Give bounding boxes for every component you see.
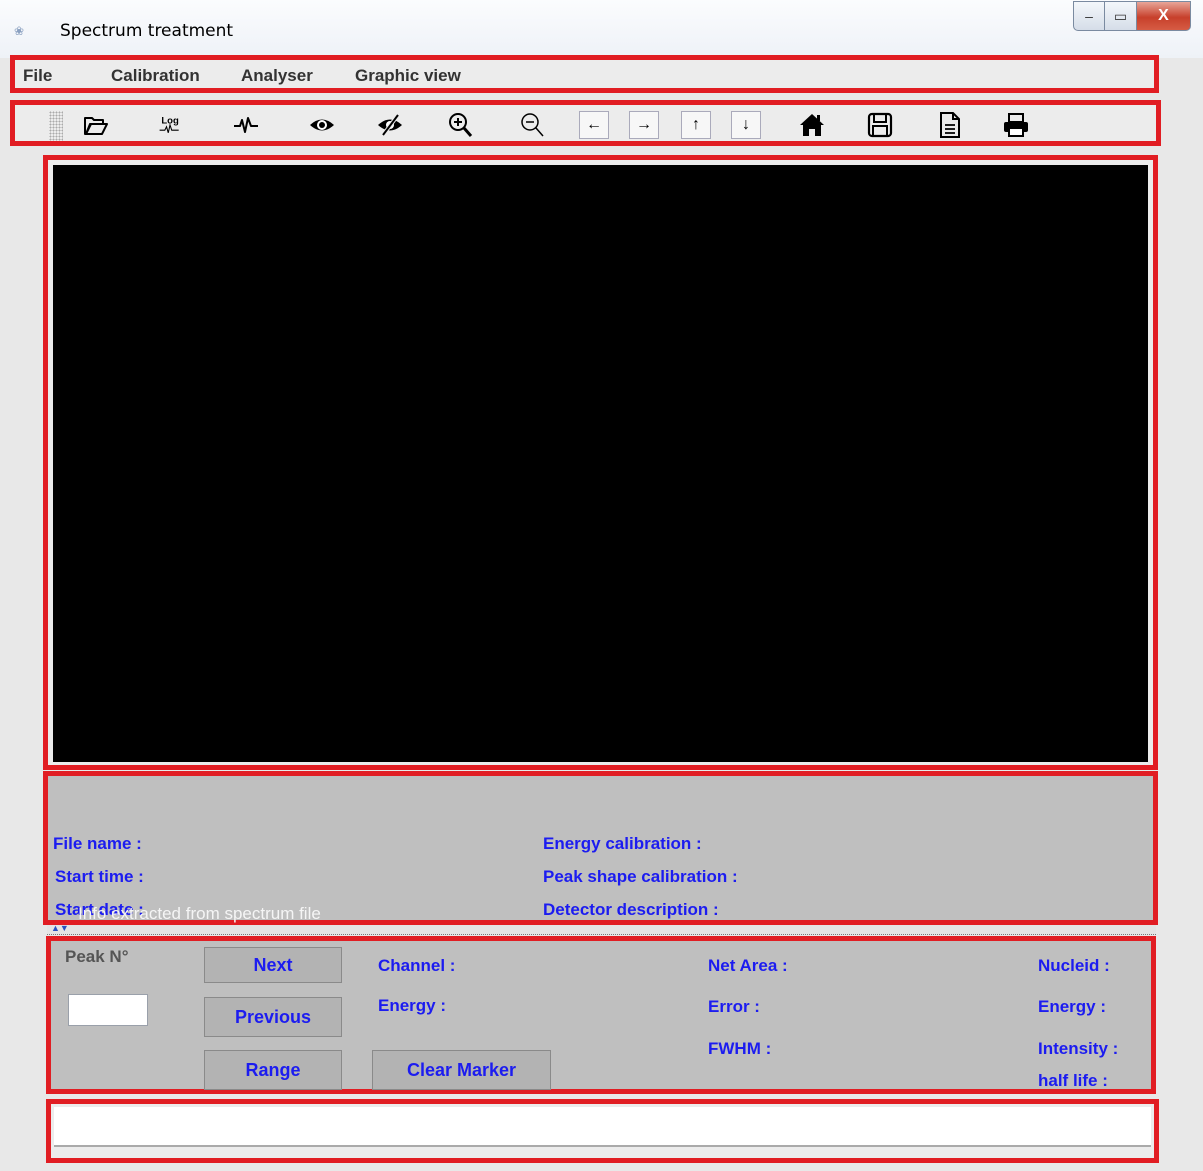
menu-file[interactable]: File — [23, 66, 52, 86]
next-button[interactable]: Next — [204, 947, 342, 983]
detector-description-label: Detector description : — [543, 900, 719, 919]
energy-right-label: Energy : — [1038, 997, 1107, 1016]
info-tooltip: Info extracted from spectrum file — [78, 904, 321, 923]
window-controls: – ▭ X — [1073, 1, 1191, 31]
split-pane-divider[interactable]: ▲▼ — [47, 923, 1156, 935]
spectrum-plot-frame — [43, 155, 1158, 770]
zoom-out-icon[interactable] — [515, 109, 549, 141]
file-info-panel: File name : Start time : Start date : In… — [43, 771, 1158, 925]
print-icon[interactable] — [999, 109, 1033, 141]
peak-number-input[interactable] — [68, 994, 148, 1026]
app-icon: ❀ — [14, 24, 25, 38]
zoom-in-icon[interactable] — [443, 109, 477, 141]
menu-calibration[interactable]: Calibration — [111, 66, 200, 86]
split-arrows-icon[interactable]: ▲▼ — [51, 923, 69, 933]
channel-label: Channel : — [378, 956, 456, 975]
maximize-button[interactable]: ▭ — [1105, 1, 1137, 31]
range-button[interactable]: Range — [204, 1050, 342, 1090]
menu-bar: File Calibration Analyser Graphic view — [10, 55, 1159, 93]
open-folder-icon[interactable] — [79, 109, 113, 141]
spectrum-plot[interactable] — [53, 165, 1148, 762]
menu-analyser[interactable]: Analyser — [241, 66, 313, 86]
start-time-label: Start time : — [55, 867, 144, 886]
arrow-down-icon[interactable]: ↓ — [731, 111, 761, 139]
arrow-left-icon[interactable]: ← — [579, 111, 609, 139]
close-button[interactable]: X — [1137, 1, 1191, 31]
close-icon: X — [1158, 7, 1169, 24]
nucleid-label: Nucleid : — [1038, 956, 1110, 975]
clear-marker-button[interactable]: Clear Marker — [372, 1050, 551, 1090]
toolbar-grip[interactable] — [49, 111, 63, 141]
toolbar: Log ← → ↑ ↓ — [10, 100, 1161, 146]
save-icon[interactable] — [863, 109, 897, 141]
window-title: Spectrum treatment — [60, 21, 234, 41]
spectrum-icon[interactable] — [229, 109, 263, 141]
net-area-label: Net Area : — [708, 956, 788, 975]
arrow-up-icon[interactable]: ↑ — [681, 111, 711, 139]
peak-panel: Peak N° Next Previous Range Clear Marker… — [46, 936, 1156, 1094]
hide-icon[interactable] — [373, 109, 407, 141]
arrow-right-icon[interactable]: → — [629, 111, 659, 139]
peak-number-label: Peak N° — [65, 947, 129, 966]
file-name-label: File name : — [53, 834, 142, 853]
show-icon[interactable] — [305, 109, 339, 141]
energy-label: Energy : — [378, 996, 447, 1015]
title-bar: ❀ Spectrum treatment – ▭ X — [0, 0, 1203, 58]
menu-graphic-view[interactable]: Graphic view — [355, 66, 461, 86]
maximize-icon: ▭ — [1113, 7, 1128, 24]
intensity-label: Intensity : — [1038, 1039, 1119, 1058]
home-icon[interactable] — [795, 109, 829, 141]
minimize-button[interactable]: – — [1073, 1, 1105, 31]
status-field — [54, 1107, 1151, 1147]
energy-calibration-label: Energy calibration : — [543, 834, 702, 853]
fwhm-label: FWHM : — [708, 1039, 772, 1058]
log-scale-icon[interactable]: Log — [153, 109, 187, 141]
half-life-label: half life : — [1038, 1071, 1108, 1090]
minimize-icon: – — [1085, 8, 1093, 24]
status-bar — [46, 1099, 1159, 1163]
error-label: Error : — [708, 997, 760, 1016]
peak-shape-calibration-label: Peak shape calibration : — [543, 867, 738, 886]
document-icon[interactable] — [933, 109, 967, 141]
previous-button[interactable]: Previous — [204, 997, 342, 1037]
